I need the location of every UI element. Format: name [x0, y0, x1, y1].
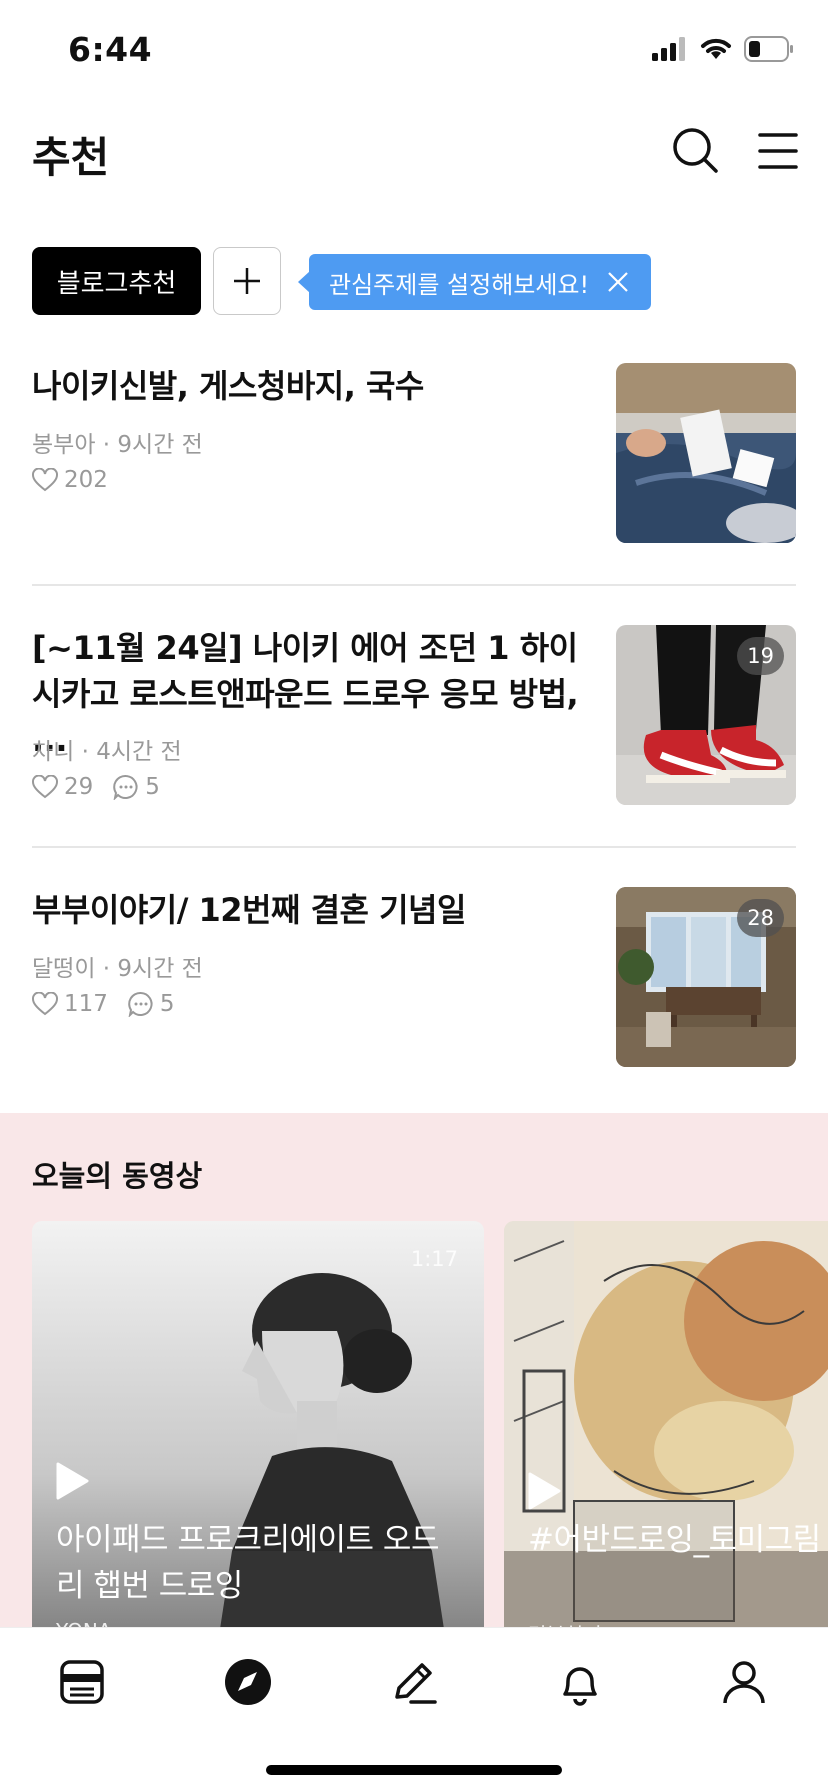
section-title: 오늘의 동영상 [32, 1159, 203, 1193]
video-card[interactable]: #어반드로잉_토미그림 멍붕허키 [504, 1221, 828, 1633]
feed-stats: 117 5 [32, 991, 189, 1017]
add-topic-button[interactable] [213, 247, 281, 315]
status-time: 6:44 [68, 30, 153, 69]
home-indicator [266, 1765, 562, 1775]
image-count-badge: 19 [737, 637, 784, 675]
search-button[interactable] [670, 125, 722, 177]
comment-icon [113, 774, 138, 800]
pencil-icon [395, 1663, 437, 1704]
compass-icon [225, 1659, 271, 1705]
tooltip-text: 관심주제를 설정해보세요! [329, 270, 590, 299]
feed-title: 부부이야기/ 12번째 결혼 기념일 [32, 891, 466, 929]
feed-meta: 달떵이 · 9시간 전 [32, 956, 203, 982]
video-section: 오늘의 동영상 1:17 아이패드 프로크리에이트 오드리 햅번 드로잉 YON… [0, 1113, 828, 1633]
jeans-photo [616, 363, 796, 543]
like-count: 117 [64, 991, 108, 1017]
feed-meta: 봉부아 · 9시간 전 [32, 432, 203, 458]
video-duration: 1:17 [410, 1247, 458, 1271]
feed-author: 봉부아 [32, 432, 96, 458]
tab-profile[interactable] [714, 1652, 774, 1712]
chip-blog-recommend[interactable]: 블로그추천 [32, 247, 201, 315]
tab-write[interactable] [384, 1652, 444, 1712]
feed-item[interactable]: [~11월 24일] 나이키 에어 조던 1 하이 시카고 로스트앤파운드 드로… [32, 625, 796, 805]
video-card[interactable]: 1:17 아이패드 프로크리에이트 오드리 햅번 드로잉 YONA [32, 1221, 484, 1633]
dining-room-photo: 28 [616, 887, 796, 1067]
status-icons [652, 34, 794, 64]
feed-author: 달떵이 [32, 956, 96, 982]
feed-time: 4시간 전 [96, 739, 182, 765]
interest-tooltip: 관심주제를 설정해보세요! [297, 254, 652, 310]
wifi-icon [701, 38, 731, 59]
feed-stats: 202 [32, 467, 122, 493]
feed-item[interactable]: 부부이야기/ 12번째 결혼 기념일 달떵이 · 9시간 전 117 5 28 [32, 887, 796, 1067]
divider [32, 846, 796, 848]
feed-meta: 차니 · 4시간 전 [32, 739, 182, 765]
video-title: 아이패드 프로크리에이트 오드리 햅번 드로잉 [56, 1522, 439, 1604]
heart-icon [32, 992, 58, 1016]
feed-stats: 29 5 [32, 774, 174, 800]
topic-chip-row: 블로그추천 관심주제를 설정해보세요! [32, 247, 812, 315]
like-count: 202 [64, 467, 108, 493]
plus-icon [234, 268, 260, 294]
comment-count: 5 [145, 774, 160, 800]
comment-count: 5 [159, 991, 175, 1017]
status-bar: 6:44 [0, 0, 828, 100]
tab-notifications[interactable] [550, 1652, 610, 1712]
like-count: 29 [64, 774, 94, 800]
bell-icon [563, 1667, 597, 1706]
tab-discover[interactable] [218, 1652, 278, 1712]
heart-icon [32, 468, 58, 492]
play-icon [528, 1472, 561, 1510]
feed-icon [60, 1660, 104, 1704]
feed-time: 9시간 전 [117, 432, 203, 458]
menu-button[interactable] [752, 125, 804, 177]
page-title: 추천 [32, 133, 110, 182]
header: 추천 [0, 118, 828, 184]
feed-item[interactable]: 나이키신발, 게스청바지, 국수 봉부아 · 9시간 전 202 [32, 363, 796, 543]
hamburger-icon [758, 133, 798, 169]
battery-icon [744, 36, 793, 62]
comment-icon [128, 991, 153, 1017]
close-icon[interactable] [607, 271, 629, 293]
signal-icon [652, 37, 685, 61]
feed-title: 나이키신발, 게스청바지, 국수 [32, 367, 424, 405]
tab-feed[interactable] [52, 1652, 112, 1712]
play-icon [56, 1462, 89, 1500]
divider [32, 584, 796, 586]
image-count-badge: 28 [737, 899, 784, 937]
feed-author: 차니 [32, 739, 75, 765]
person-icon [723, 1661, 765, 1704]
heart-icon [32, 775, 58, 799]
feed-time: 9시간 전 [117, 956, 203, 982]
video-title: #어반드로잉_토미그림 [528, 1522, 821, 1558]
search-icon [673, 128, 718, 173]
sneakers-photo: 19 [616, 625, 796, 805]
